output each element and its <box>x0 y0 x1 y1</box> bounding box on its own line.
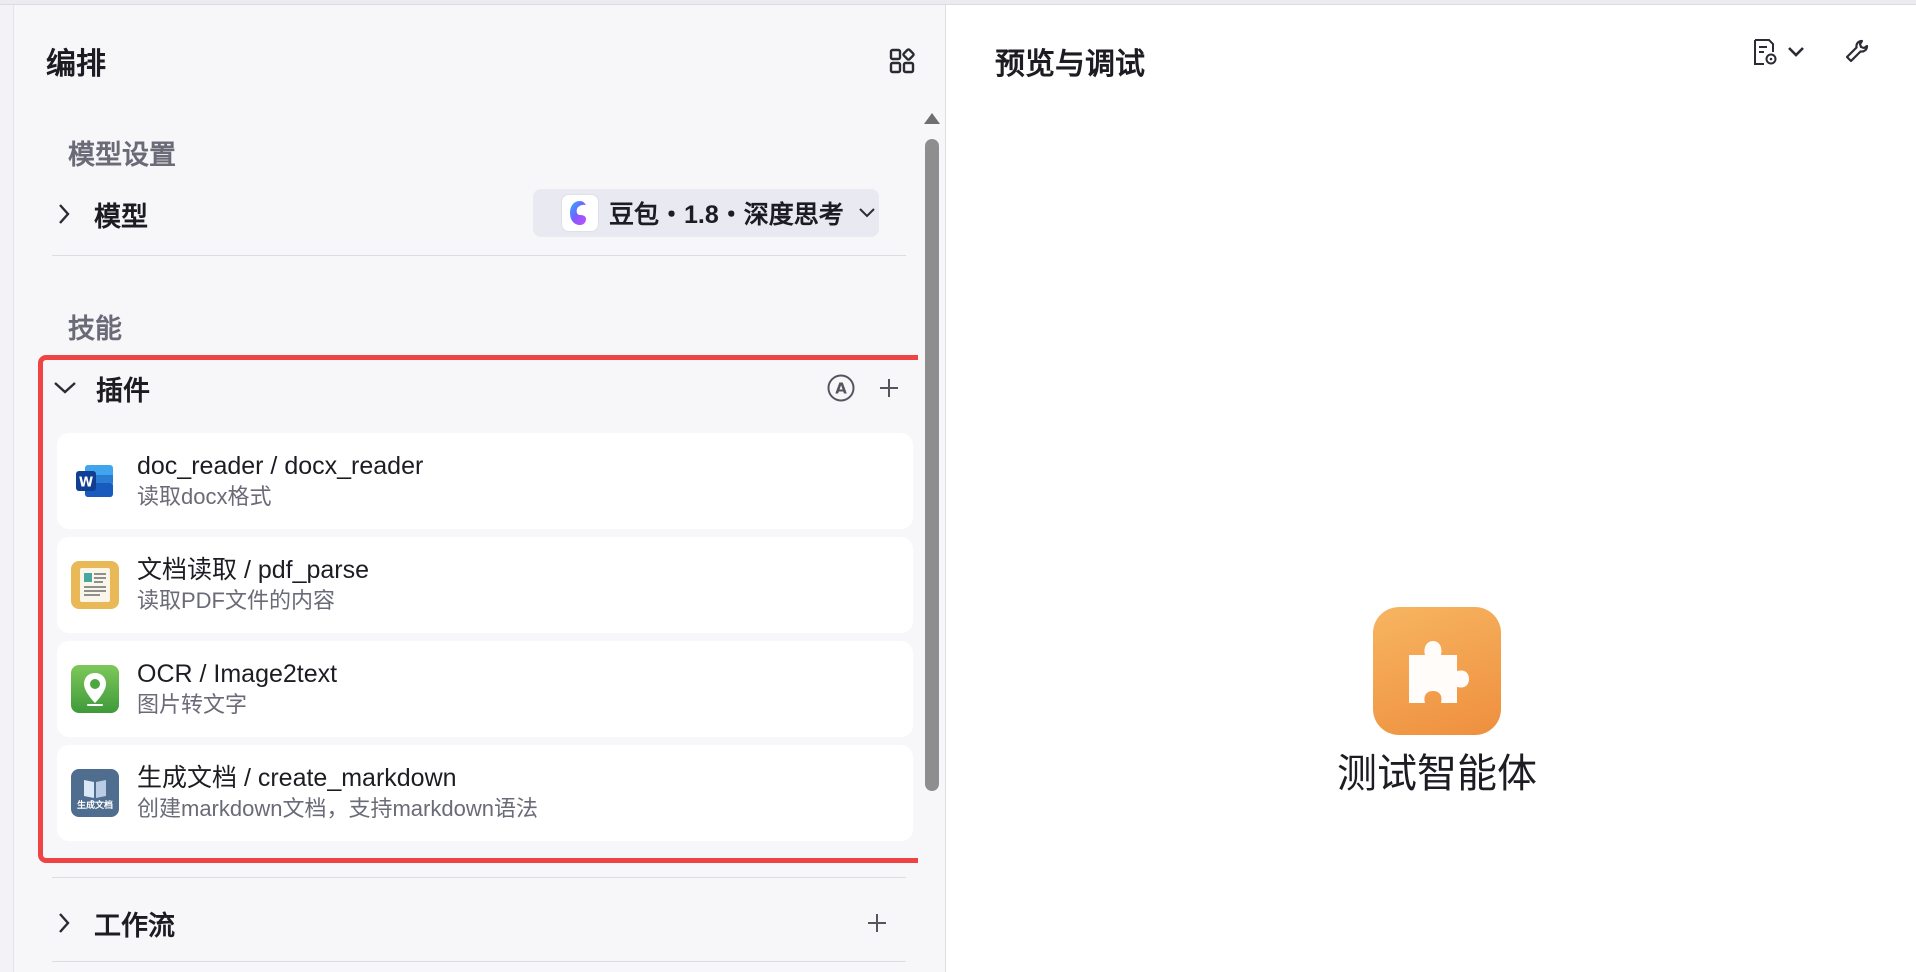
plugin-icon-caption: 生成文档 <box>76 800 113 810</box>
plugin-card[interactable]: 文档读取 / pdf_parse 读取PDF文件的内容 <box>57 537 913 633</box>
model-select[interactable]: 豆包・1.8・深度思考 <box>533 189 879 237</box>
book-doc-icon: 生成文档 <box>71 769 119 817</box>
scroll-up-arrow-icon[interactable] <box>924 113 940 124</box>
preview-toolbar <box>1749 37 1873 67</box>
puzzle-piece-icon <box>1409 641 1469 703</box>
chevron-down-icon <box>1787 46 1805 58</box>
preview-title: 预览与调试 <box>995 48 1145 81</box>
model-select-value: 豆包・1.8・深度思考 <box>609 201 844 229</box>
location-pin-icon <box>71 665 119 713</box>
svg-text:W: W <box>79 476 93 491</box>
document-icon <box>71 561 119 609</box>
plugin-card[interactable]: W doc_reader / docx_reader 读取docx格式 <box>57 433 913 529</box>
layout-grid-icon[interactable] <box>888 47 916 75</box>
add-plugin-button[interactable] <box>878 377 900 399</box>
scrollbar-thumb[interactable] <box>925 139 939 791</box>
chevron-right-icon[interactable] <box>52 911 76 935</box>
preview-panel: 预览与调试 测试智能体 <box>947 5 1916 972</box>
workflow-row[interactable]: 工作流 <box>52 901 918 945</box>
plugin-text: OCR / Image2text 图片转文字 <box>137 658 337 720</box>
model-row-title: 模型 <box>94 201 148 232</box>
history-dropdown-button[interactable] <box>1749 37 1805 67</box>
plugin-name: 文档读取 / pdf_parse <box>137 556 370 584</box>
plugin-text: doc_reader / docx_reader 读取docx格式 <box>137 450 423 512</box>
doubao-logo-icon <box>561 194 599 232</box>
document-settings-icon <box>1749 37 1779 67</box>
auto-mode-icon[interactable]: A <box>826 373 856 403</box>
plugin-text: 文档读取 / pdf_parse 读取PDF文件的内容 <box>137 554 369 616</box>
plugins-highlight-box: 插件 A W doc_reader / docx_reader 读取docx格式… <box>38 355 918 863</box>
plugin-desc: 图片转文字 <box>137 692 248 717</box>
orchestration-title: 编排 <box>46 48 106 81</box>
plugins-title: 插件 <box>96 375 150 406</box>
plugins-divider <box>52 877 906 878</box>
plugin-desc: 创建markdown文档，支持markdown语法 <box>137 796 538 821</box>
workflow-title: 工作流 <box>94 910 175 941</box>
plugin-name: 生成文档 / create_markdown <box>137 764 457 792</box>
plugin-name: doc_reader / docx_reader <box>137 452 424 480</box>
plugin-text: 生成文档 / create_markdown 创建markdown文档，支持ma… <box>137 762 538 824</box>
plugin-card[interactable]: 生成文档 生成文档 / create_markdown 创建markdown文档… <box>57 745 913 841</box>
model-settings-label: 模型设置 <box>68 140 176 170</box>
plugin-desc: 读取docx格式 <box>137 484 272 509</box>
wrench-icon[interactable] <box>1843 37 1873 67</box>
agent-avatar <box>1373 607 1501 735</box>
scrollbar[interactable] <box>919 105 945 972</box>
chevron-down-icon[interactable] <box>52 381 78 395</box>
workflow-divider <box>52 961 906 962</box>
skills-label: 技能 <box>68 314 122 344</box>
plugin-name: OCR / Image2text <box>137 660 338 688</box>
add-workflow-button[interactable] <box>866 912 888 934</box>
orchestration-scroll-area[interactable]: 模型设置 模型 豆包・1.8・深度思考 技能 插件 A W doc_reader… <box>38 105 918 972</box>
agent-preview: 测试智能体 <box>1317 607 1557 799</box>
plugin-desc: 读取PDF文件的内容 <box>137 588 336 613</box>
chevron-down-icon <box>858 207 876 219</box>
word-doc-icon: W <box>71 457 119 505</box>
orchestration-panel: 编排 模型设置 模型 豆包・1.8・深度思考 技能 插件 A W doc_rea… <box>14 5 946 972</box>
left-gutter <box>0 5 14 972</box>
svg-text:A: A <box>835 380 847 398</box>
orchestration-header: 编排 <box>46 39 916 83</box>
agent-name: 测试智能体 <box>1337 752 1537 796</box>
model-divider <box>52 255 906 256</box>
plugin-card[interactable]: OCR / Image2text 图片转文字 <box>57 641 913 737</box>
plugins-header[interactable]: 插件 A <box>52 366 918 410</box>
chevron-right-icon[interactable] <box>52 202 76 226</box>
